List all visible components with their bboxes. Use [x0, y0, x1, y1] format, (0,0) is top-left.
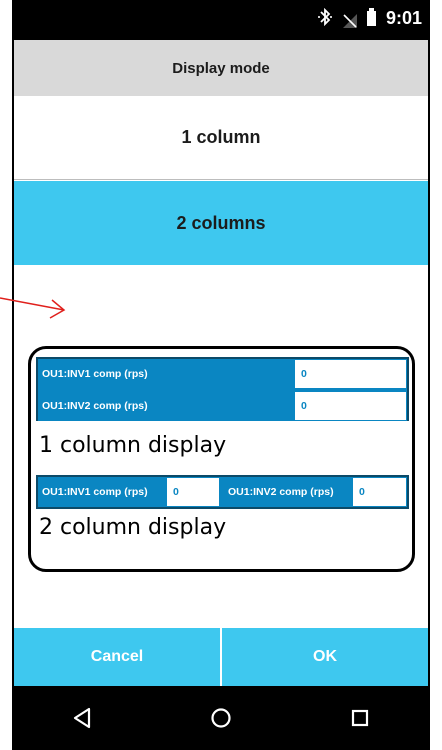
cancel-button[interactable]: Cancel [14, 628, 220, 686]
one-column-table: OU1:INV1 comp (rps) 0 OU1:INV2 comp (rps… [36, 357, 409, 421]
two-column-caption: 2 column display [39, 515, 227, 540]
cell-label: OU1:INV2 comp (rps) [224, 477, 352, 507]
cell-label: OU1:INV1 comp (rps) [38, 477, 166, 507]
status-bar: 9:01 [12, 0, 430, 40]
table-row: OU1:INV1 comp (rps) 0 [38, 359, 407, 389]
footer-divider [220, 628, 222, 686]
display-mode-callout: OU1:INV1 comp (rps) 0 OU1:INV2 comp (rps… [28, 346, 415, 572]
ok-button[interactable]: OK [222, 628, 428, 686]
table-row: OU1:INV1 comp (rps) 0 OU1:INV2 comp (rps… [38, 477, 407, 507]
recents-icon[interactable] [340, 698, 380, 738]
no-signal-icon [342, 12, 357, 28]
dialog-footer: Cancel OK [14, 628, 428, 686]
back-icon[interactable] [62, 698, 102, 738]
row-value: 0 [294, 391, 407, 421]
row-label: OU1:INV2 comp (rps) [38, 391, 294, 421]
home-icon[interactable] [201, 698, 241, 738]
bluetooth-icon [317, 7, 333, 29]
table-row: OU1:INV2 comp (rps) 0 [38, 391, 407, 421]
option-2-columns[interactable]: 2 columns [14, 181, 428, 265]
row-label: OU1:INV1 comp (rps) [38, 359, 294, 389]
dialog-title: Display mode [14, 40, 428, 96]
one-column-caption: 1 column display [39, 433, 227, 458]
navigation-bar [12, 686, 430, 750]
cell-value: 0 [166, 477, 220, 507]
option-1-column[interactable]: 1 column [14, 96, 428, 180]
row-value: 0 [294, 359, 407, 389]
cell-value: 0 [352, 477, 407, 507]
two-column-table: OU1:INV1 comp (rps) 0 OU1:INV2 comp (rps… [36, 475, 409, 509]
battery-icon [366, 8, 376, 26]
status-time: 9:01 [385, 8, 422, 28]
annotation-arrow [0, 297, 66, 319]
